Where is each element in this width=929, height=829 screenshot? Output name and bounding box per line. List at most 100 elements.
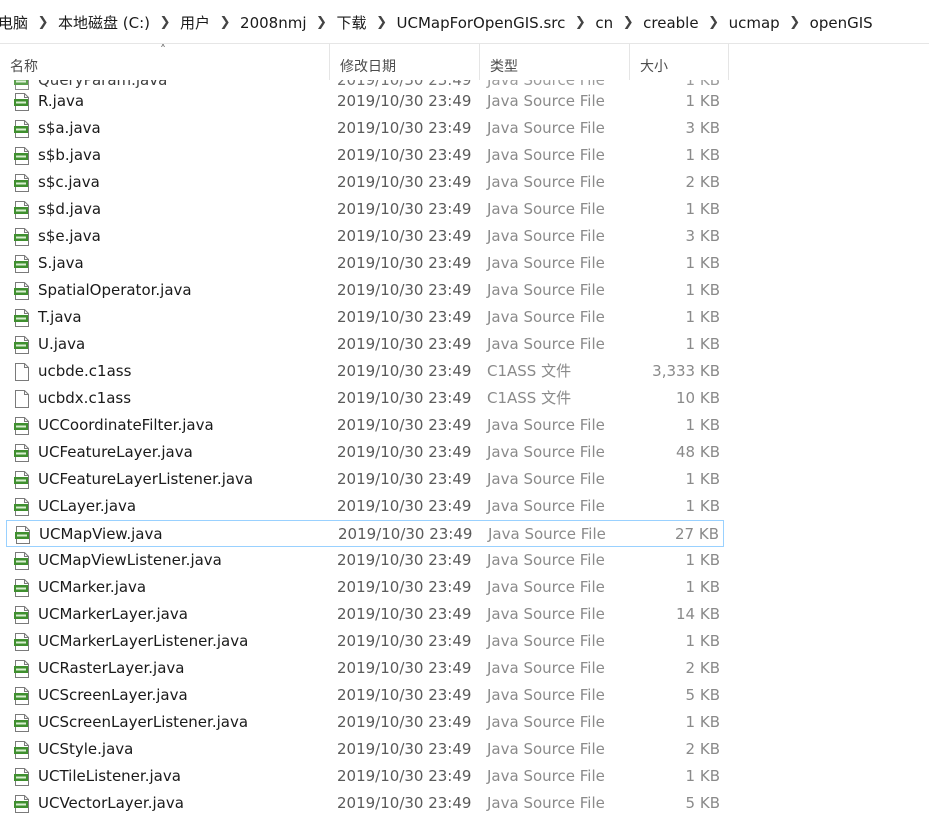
breadcrumb-item-src[interactable]: UCMapForOpenGIS.src <box>395 14 568 32</box>
column-header-size[interactable]: 大小 <box>629 44 729 80</box>
list-item[interactable]: UCTileListener.java 2019/10/30 23:49 Java … <box>6 763 724 790</box>
file-type: Java Source File <box>487 767 605 785</box>
list-item[interactable]: UCStyle.java 2019/10/30 23:49 Java Source … <box>6 736 724 763</box>
file-date: 2019/10/30 23:49 <box>337 740 472 758</box>
file-name: T.java <box>38 308 82 326</box>
file-name: ucbdx.c1ass <box>38 389 132 407</box>
chevron-right-icon[interactable]: ❯ <box>701 15 727 30</box>
file-size: 1 KB <box>685 92 720 110</box>
file-date: 2019/10/30 23:49 <box>337 578 472 596</box>
file-size: 1 KB <box>685 551 720 569</box>
file-size: 1 KB <box>685 146 720 164</box>
file-size: 3,333 KB <box>652 362 720 380</box>
chevron-right-icon[interactable]: ❯ <box>309 15 335 30</box>
file-date: 2019/10/30 23:49 <box>337 767 472 785</box>
column-header-type[interactable]: 类型 <box>479 44 629 80</box>
file-type: Java Source File <box>487 146 605 164</box>
list-item[interactable]: UCMapView.java 2019/10/30 23:49 Java Sourc… <box>6 520 724 547</box>
breadcrumb-item-drive-c[interactable]: 本地磁盘 (C:) <box>56 12 152 33</box>
file-name: UCScreenLayer.java <box>38 686 188 704</box>
file-name: UCTileListener.java <box>38 767 181 785</box>
list-item[interactable]: T.java 2019/10/30 23:49 Java Source File 1 … <box>6 304 724 331</box>
list-item[interactable]: s$b.java 2019/10/30 23:49 Java Source File… <box>6 142 724 169</box>
file-date: 2019/10/30 23:49 <box>337 443 472 461</box>
list-item[interactable]: s$a.java 2019/10/30 23:49 Java Source File… <box>6 115 724 142</box>
list-item[interactable]: s$d.java 2019/10/30 23:49 Java Source File… <box>6 196 724 223</box>
file-name: SpatialOperator.java <box>38 281 192 299</box>
java-file-icon <box>14 255 30 273</box>
file-date: 2019/10/30 23:49 <box>337 308 472 326</box>
chevron-right-icon[interactable]: ❯ <box>567 15 593 30</box>
list-item[interactable]: s$c.java 2019/10/30 23:49 Java Source File… <box>6 169 724 196</box>
file-date: 2019/10/30 23:49 <box>337 146 472 164</box>
java-file-icon <box>14 336 30 354</box>
chevron-right-icon[interactable]: ❯ <box>212 15 238 30</box>
file-size: 2 KB <box>685 740 720 758</box>
breadcrumb-item-computer[interactable]: 电脑 <box>0 12 30 33</box>
breadcrumb-item-ucmap[interactable]: ucmap <box>727 14 782 32</box>
file-name: s$d.java <box>38 200 102 218</box>
java-file-icon <box>14 471 30 489</box>
list-item[interactable]: UCLayer.java 2019/10/30 23:49 Java Source … <box>6 493 724 520</box>
list-item[interactable]: s$e.java 2019/10/30 23:49 Java Source File… <box>6 223 724 250</box>
file-size: 2 KB <box>685 173 720 191</box>
list-item[interactable]: UCRasterLayer.java 2019/10/30 23:49 Java S… <box>6 655 724 682</box>
file-type: Java Source File <box>487 254 605 272</box>
java-file-icon <box>14 579 30 597</box>
address-bar[interactable]: 电脑 ❯ 本地磁盘 (C:) ❯ 用户 ❯ 2008nmj ❯ 下载 ❯ UCM… <box>0 0 929 44</box>
list-item[interactable]: ucbde.c1ass 2019/10/30 23:49 C1ASS 文件 3,333… <box>6 358 724 385</box>
file-date: 2019/10/30 23:49 <box>337 551 472 569</box>
chevron-right-icon[interactable]: ❯ <box>782 15 808 30</box>
breadcrumb-item-user[interactable]: 2008nmj <box>238 14 308 32</box>
list-item[interactable]: UCScreenLayerListener.java 2019/10/30 23:… <box>6 709 724 736</box>
list-item[interactable]: UCScreenLayer.java 2019/10/30 23:49 Java S… <box>6 682 724 709</box>
file-name: UCFeatureLayerListener.java <box>38 470 254 488</box>
list-item[interactable]: UCFeatureLayer.java 2019/10/30 23:49 Java … <box>6 439 724 466</box>
file-date: 2019/10/30 23:49 <box>337 200 472 218</box>
breadcrumb-item-downloads[interactable]: 下载 <box>335 12 369 33</box>
file-size: 1 KB <box>685 578 720 596</box>
file-type: Java Source File <box>488 525 606 543</box>
list-item[interactable]: R.java 2019/10/30 23:49 Java Source File 1 … <box>6 88 724 115</box>
list-item[interactable]: UCMarker.java 2019/10/30 23:49 Java Source… <box>6 574 724 601</box>
file-type: Java Source File <box>487 470 605 488</box>
list-item[interactable]: S.java 2019/10/30 23:49 Java Source File 1 … <box>6 250 724 277</box>
java-file-icon <box>15 526 31 544</box>
list-item[interactable]: UCMarkerLayerListener.java 2019/10/30 23:… <box>6 628 724 655</box>
file-name: ucbde.c1ass <box>38 362 132 380</box>
file-size: 27 KB <box>675 525 719 543</box>
breadcrumb-item-users[interactable]: 用户 <box>178 12 212 33</box>
blank-file-icon <box>14 390 30 408</box>
breadcrumb: 电脑 ❯ 本地磁盘 (C:) ❯ 用户 ❯ 2008nmj ❯ 下载 ❯ UCM… <box>0 12 875 33</box>
list-item[interactable]: UCFeatureLayerListener.java 2019/10/30 23… <box>6 466 724 493</box>
file-name: UCRasterLayer.java <box>38 659 185 677</box>
java-file-icon <box>14 309 30 327</box>
chevron-right-icon[interactable]: ❯ <box>152 15 178 30</box>
file-type: Java Source File <box>487 578 605 596</box>
list-item[interactable]: UCMarkerLayer.java 2019/10/30 23:49 Java S… <box>6 601 724 628</box>
file-date: 2019/10/30 23:49 <box>337 362 472 380</box>
file-size: 1 KB <box>685 416 720 434</box>
file-date: 2019/10/30 23:49 <box>337 497 472 515</box>
list-item[interactable]: SpatialOperator.java 2019/10/30 23:49 Java… <box>6 277 724 304</box>
list-item[interactable]: ucbdx.c1ass 2019/10/30 23:49 C1ASS 文件 10 KB <box>6 385 724 412</box>
file-size: 3 KB <box>685 227 720 245</box>
breadcrumb-item-cn[interactable]: cn <box>593 14 615 32</box>
file-name: UCLayer.java <box>38 497 137 515</box>
java-file-icon <box>14 120 30 138</box>
chevron-right-icon[interactable]: ❯ <box>369 15 395 30</box>
file-name: S.java <box>38 254 84 272</box>
file-date: 2019/10/30 23:49 <box>337 713 472 731</box>
chevron-right-icon[interactable]: ❯ <box>615 15 641 30</box>
breadcrumb-item-opengis[interactable]: openGIS <box>808 14 875 32</box>
list-item[interactable]: U.java 2019/10/30 23:49 Java Source File 1 … <box>6 331 724 358</box>
file-size: 1 KB <box>685 335 720 353</box>
list-item[interactable]: UCVectorLayer.java 2019/10/30 23:49 Java S… <box>6 790 724 817</box>
list-item[interactable]: UCMapViewListener.java 2019/10/30 23:49 Ja… <box>6 547 724 574</box>
file-size: 10 KB <box>676 389 720 407</box>
file-name: s$a.java <box>38 119 101 137</box>
chevron-right-icon[interactable]: ❯ <box>30 15 56 30</box>
column-header-date[interactable]: 修改日期 <box>329 44 479 80</box>
list-item[interactable]: UCCoordinateFilter.java 2019/10/30 23:49 J… <box>6 412 724 439</box>
breadcrumb-item-creable[interactable]: creable <box>641 14 700 32</box>
